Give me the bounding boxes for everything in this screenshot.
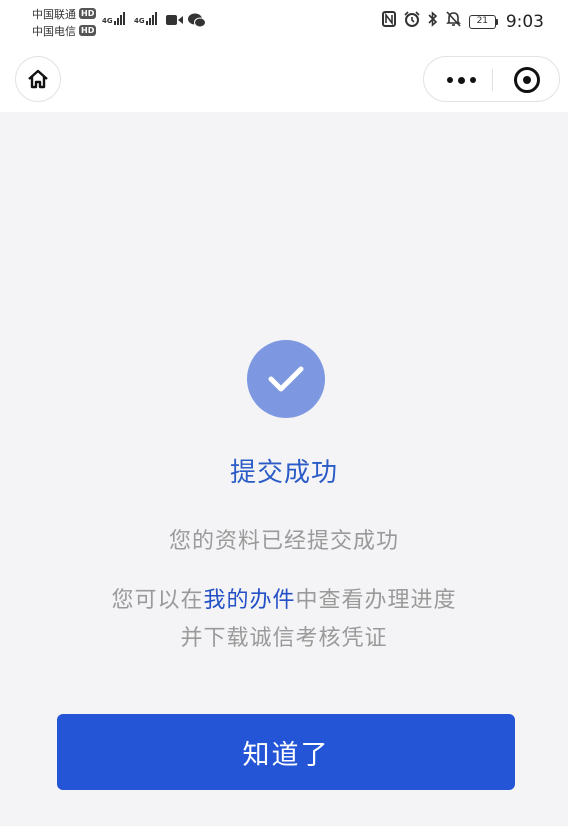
status-right: 21 9:03 — [381, 11, 544, 32]
confirm-button[interactable]: 知道了 — [57, 714, 515, 790]
bluetooth-icon — [428, 11, 438, 32]
my-applications-link[interactable]: 我的办件 — [203, 588, 295, 613]
more-dots-icon — [446, 77, 453, 83]
carrier-info: 中国联通 HD 中国电信 HD — [32, 5, 97, 39]
hint-prefix: 您可以在 — [111, 588, 204, 613]
signal-icon-1: 4G — [102, 12, 125, 25]
close-mini-program-button[interactable] — [514, 67, 540, 93]
result-message: 您的资料已经提交成功 — [168, 529, 399, 554]
hd-badge-2: HD — [79, 25, 97, 36]
capsule-divider — [492, 69, 493, 91]
video-icon — [166, 13, 184, 31]
hd-badge-1: HD — [79, 8, 97, 19]
result-hint: 您可以在我的办件中查看办理进度 — [0, 582, 568, 614]
check-circle-icon — [247, 340, 325, 418]
clock: 9:03 — [505, 11, 544, 32]
signal-icon-2: 4G — [134, 12, 157, 25]
nfc-icon — [381, 11, 396, 32]
home-button[interactable] — [15, 56, 61, 102]
alarm-icon — [404, 11, 420, 32]
capsule-menu — [423, 56, 560, 102]
result-hint-line2: 并下载诚信考核凭证 — [180, 626, 388, 651]
mini-program-nav-bar — [0, 44, 568, 112]
hint-suffix: 中查看办理进度 — [295, 588, 457, 613]
check-icon — [268, 366, 304, 392]
carrier-name-2: 中国电信 — [32, 24, 76, 38]
battery-icon: 21 — [468, 14, 498, 29]
mute-icon — [445, 11, 461, 32]
home-icon — [28, 69, 48, 89]
carrier-name-1: 中国联通 — [32, 7, 76, 21]
battery-level: 21 — [468, 14, 496, 29]
status-bar: 中国联通 HD 中国电信 HD 4G 4G 21 9:03 — [0, 0, 568, 44]
wechat-icon — [188, 13, 206, 32]
result-title: 提交成功 — [229, 458, 338, 488]
more-button[interactable] — [442, 67, 480, 93]
